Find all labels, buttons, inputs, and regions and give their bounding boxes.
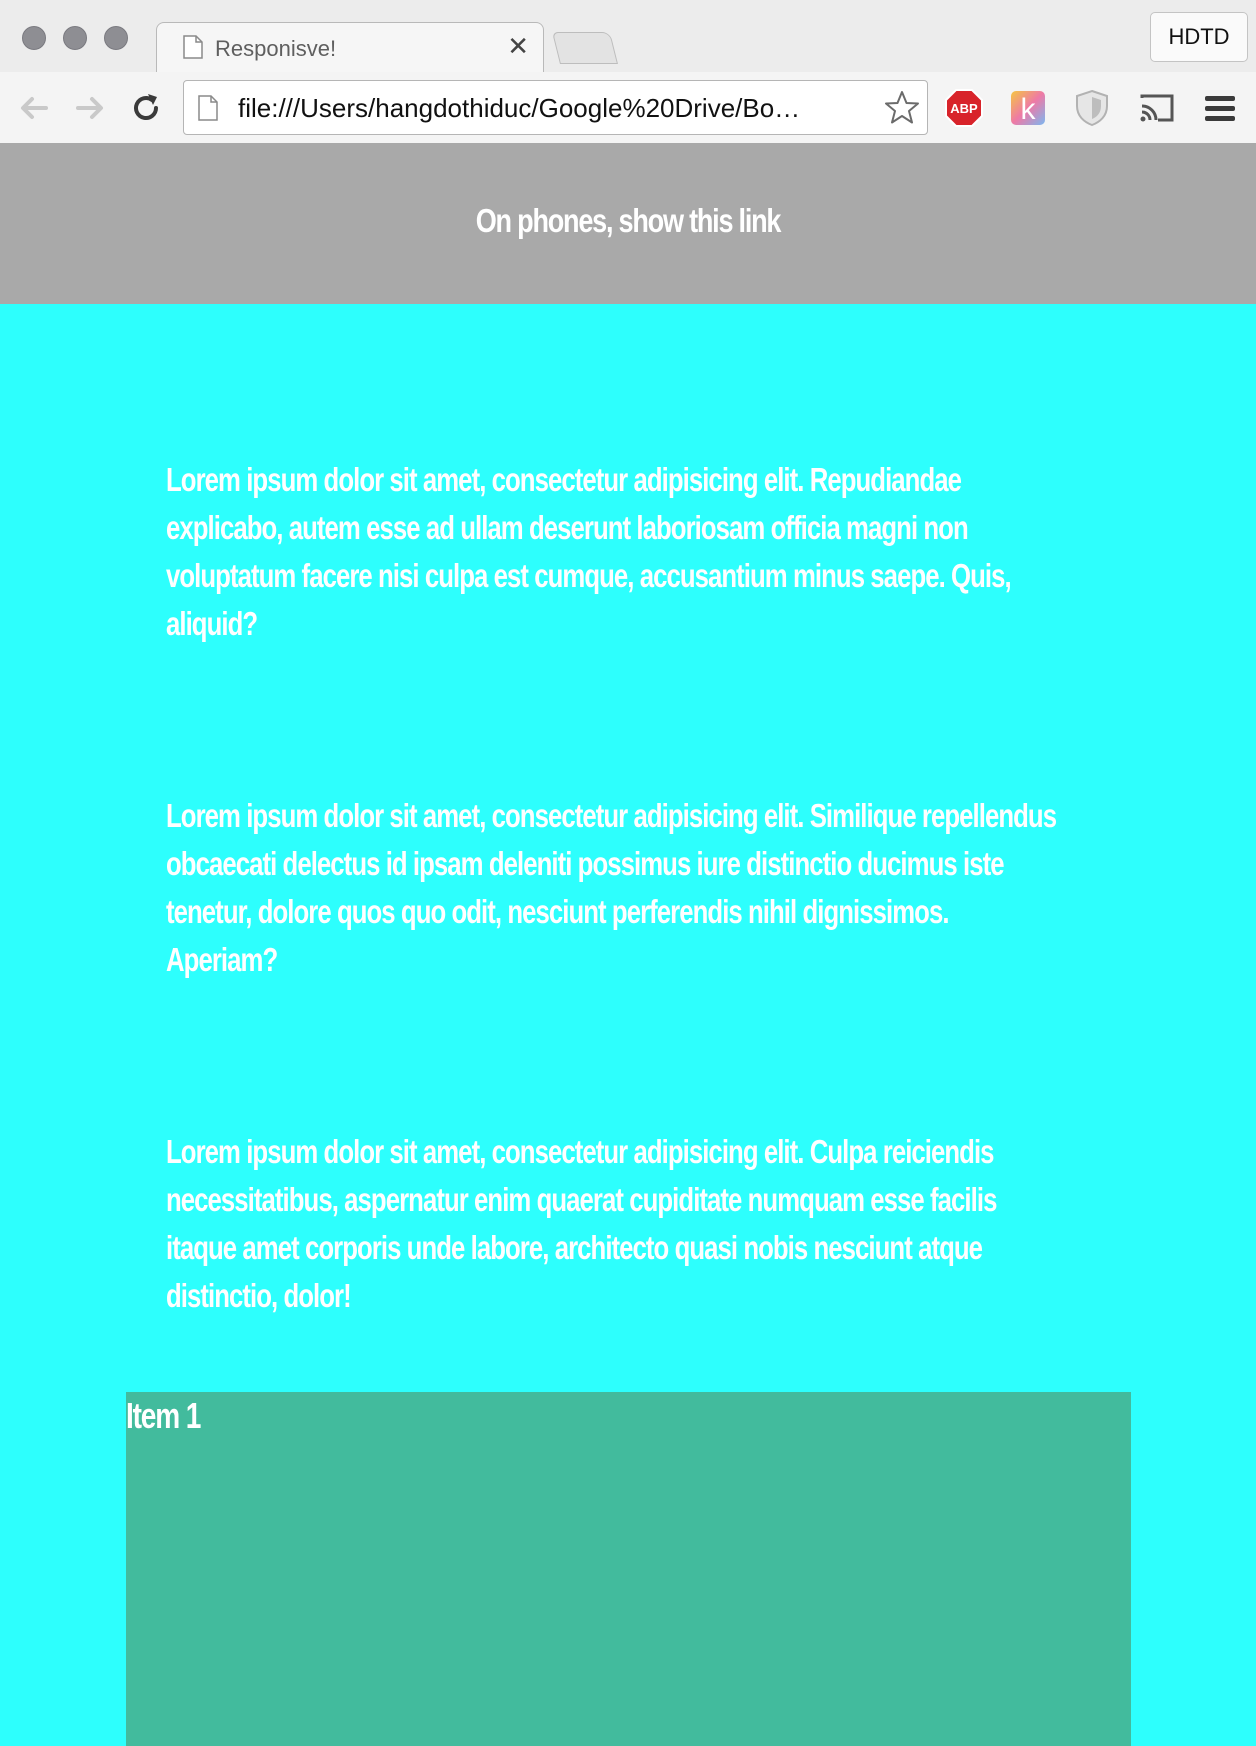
forward-arrow-icon[interactable] — [70, 88, 110, 128]
address-bar[interactable]: file:///Users/hangdothiduc/Google%20Driv… — [183, 80, 928, 135]
web-page: On phones, show this link Lorem ipsum do… — [0, 144, 1256, 1746]
cast-icon[interactable] — [1136, 88, 1176, 128]
tab-strip: Responisve! ✕ HDTD — [0, 0, 1256, 73]
close-icon[interactable]: ✕ — [507, 31, 529, 61]
back-arrow-icon[interactable] — [14, 88, 54, 128]
window-close-button[interactable] — [22, 26, 46, 50]
phone-link[interactable]: On phones, show this link — [113, 202, 1143, 240]
reload-icon[interactable] — [126, 88, 166, 128]
browser-tab[interactable]: Responisve! ✕ — [156, 22, 544, 73]
menu-icon[interactable] — [1200, 88, 1240, 128]
paragraph-3: Lorem ipsum dolor sit amet, consectetur … — [166, 1133, 997, 1314]
k-extension-icon[interactable]: k — [1008, 88, 1048, 128]
browser-chrome: Responisve! ✕ HDTD file:///Users/hangdot… — [0, 0, 1256, 144]
shield-icon[interactable] — [1072, 88, 1112, 128]
new-tab-button[interactable] — [552, 32, 618, 64]
paragraph-1: Lorem ipsum dolor sit amet, consectetur … — [166, 461, 1012, 642]
bookmark-star-icon[interactable] — [883, 89, 921, 127]
page-icon — [183, 35, 203, 59]
phone-banner: On phones, show this link — [0, 144, 1256, 304]
browser-toolbar: file:///Users/hangdothiduc/Google%20Driv… — [0, 72, 1256, 144]
svg-text:k: k — [1021, 93, 1037, 126]
adblock-icon[interactable]: ABP — [944, 88, 984, 128]
window-minimize-button[interactable] — [63, 26, 87, 50]
page-icon — [198, 95, 218, 121]
window-zoom-button[interactable] — [104, 26, 128, 50]
svg-text:ABP: ABP — [950, 101, 978, 116]
item-1-box: Item 1 — [126, 1392, 1131, 1746]
url-text[interactable]: file:///Users/hangdothiduc/Google%20Driv… — [238, 93, 868, 124]
paragraph-2: Lorem ipsum dolor sit amet, consectetur … — [166, 797, 1057, 978]
tab-title: Responisve! — [215, 36, 337, 61]
item-1-label: Item 1 — [126, 1395, 201, 1436]
profile-button[interactable]: HDTD — [1150, 12, 1248, 62]
